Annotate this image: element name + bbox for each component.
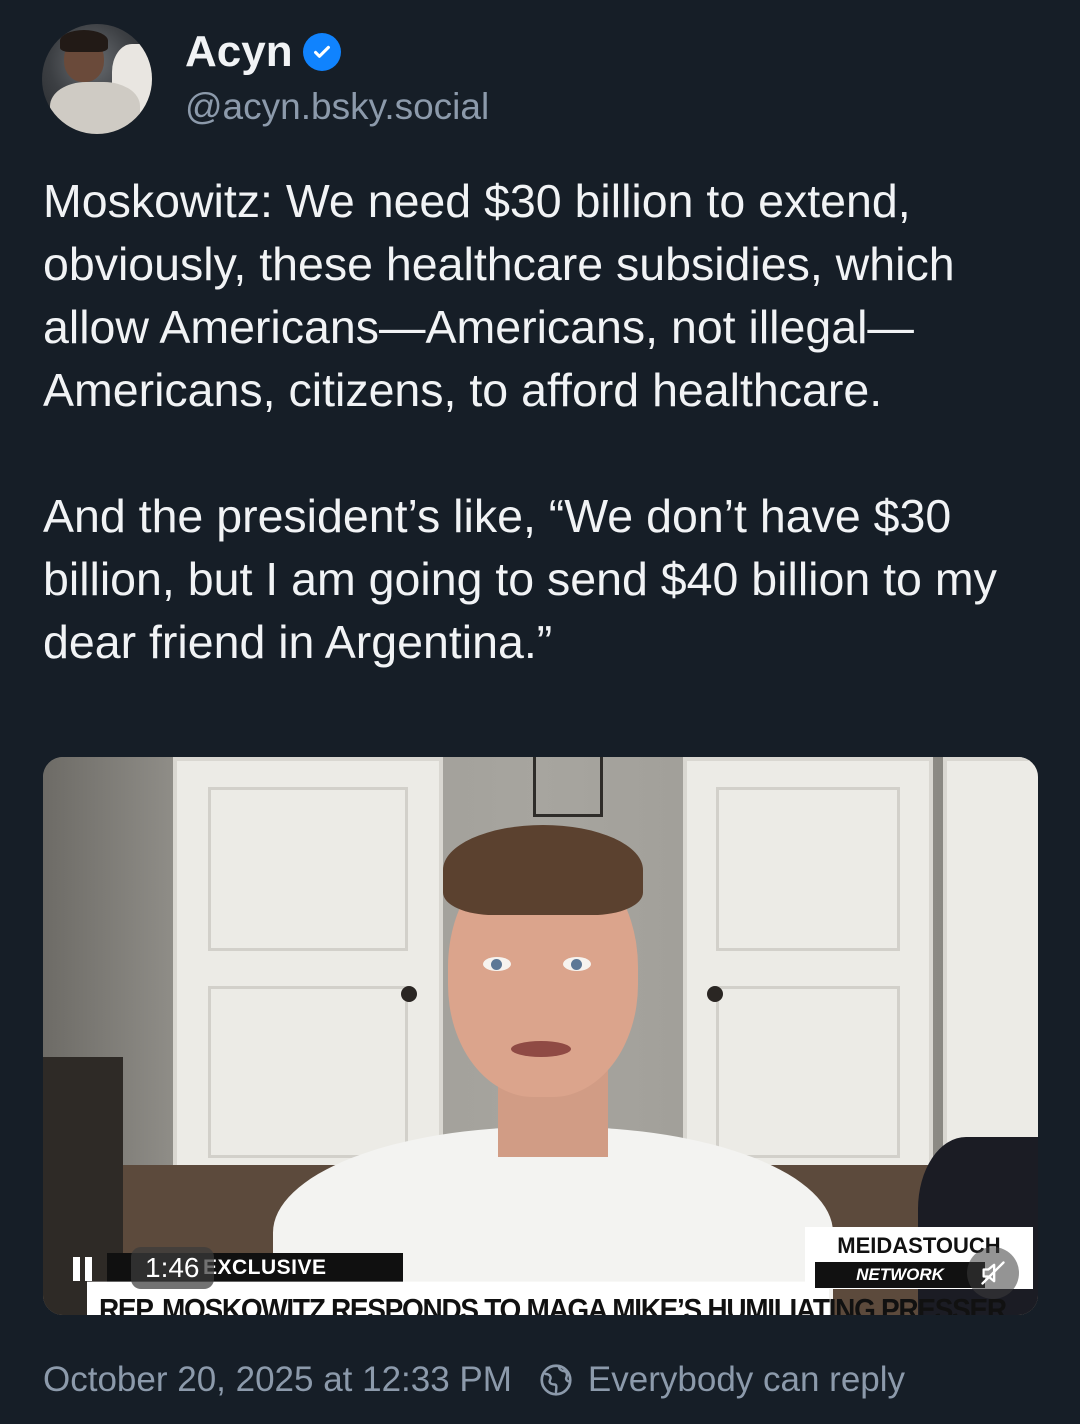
avatar-shirt [50,82,140,134]
basketball-hoop [533,757,603,817]
post-timestamp[interactable]: October 20, 2025 at 12:33 PM [43,1360,512,1400]
video-player[interactable]: EXCLUSIVE REP. MOSKOWITZ RESPONDS TO MAG… [43,757,1038,1315]
reply-setting[interactable]: Everybody can reply [588,1360,905,1400]
avatar[interactable] [42,24,152,134]
author-name[interactable]: Acyn [185,30,293,74]
muted-speaker-icon[interactable] [967,1247,1019,1299]
speaker-mouth [511,1041,571,1057]
avatar-hair [60,30,108,52]
post: Acyn @acyn.bsky.social Moskowitz: We nee… [0,0,1080,1424]
globe-icon [538,1362,574,1398]
author-handle[interactable]: @acyn.bsky.social [185,86,489,128]
speaker-hair [443,825,643,915]
pause-icon[interactable] [73,1257,95,1281]
post-paragraph: And the president’s like, “We don’t have… [43,490,1010,668]
door-left [173,757,443,1197]
author-name-row: Acyn [185,30,341,74]
video-duration: 1:46 [131,1247,214,1289]
speaker-eye [483,957,511,971]
verified-icon[interactable] [302,33,341,71]
post-footer: October 20, 2025 at 12:33 PM Everybody c… [43,1360,905,1400]
door-far-right [943,757,1038,1197]
post-paragraph: Moskowitz: We need $30 billion to extend… [43,175,968,416]
door-right [683,757,933,1197]
post-text: Moskowitz: We need $30 billion to extend… [43,170,1043,674]
network-logo-line2: NETWORK [815,1262,985,1288]
speaker-eye [563,957,591,971]
